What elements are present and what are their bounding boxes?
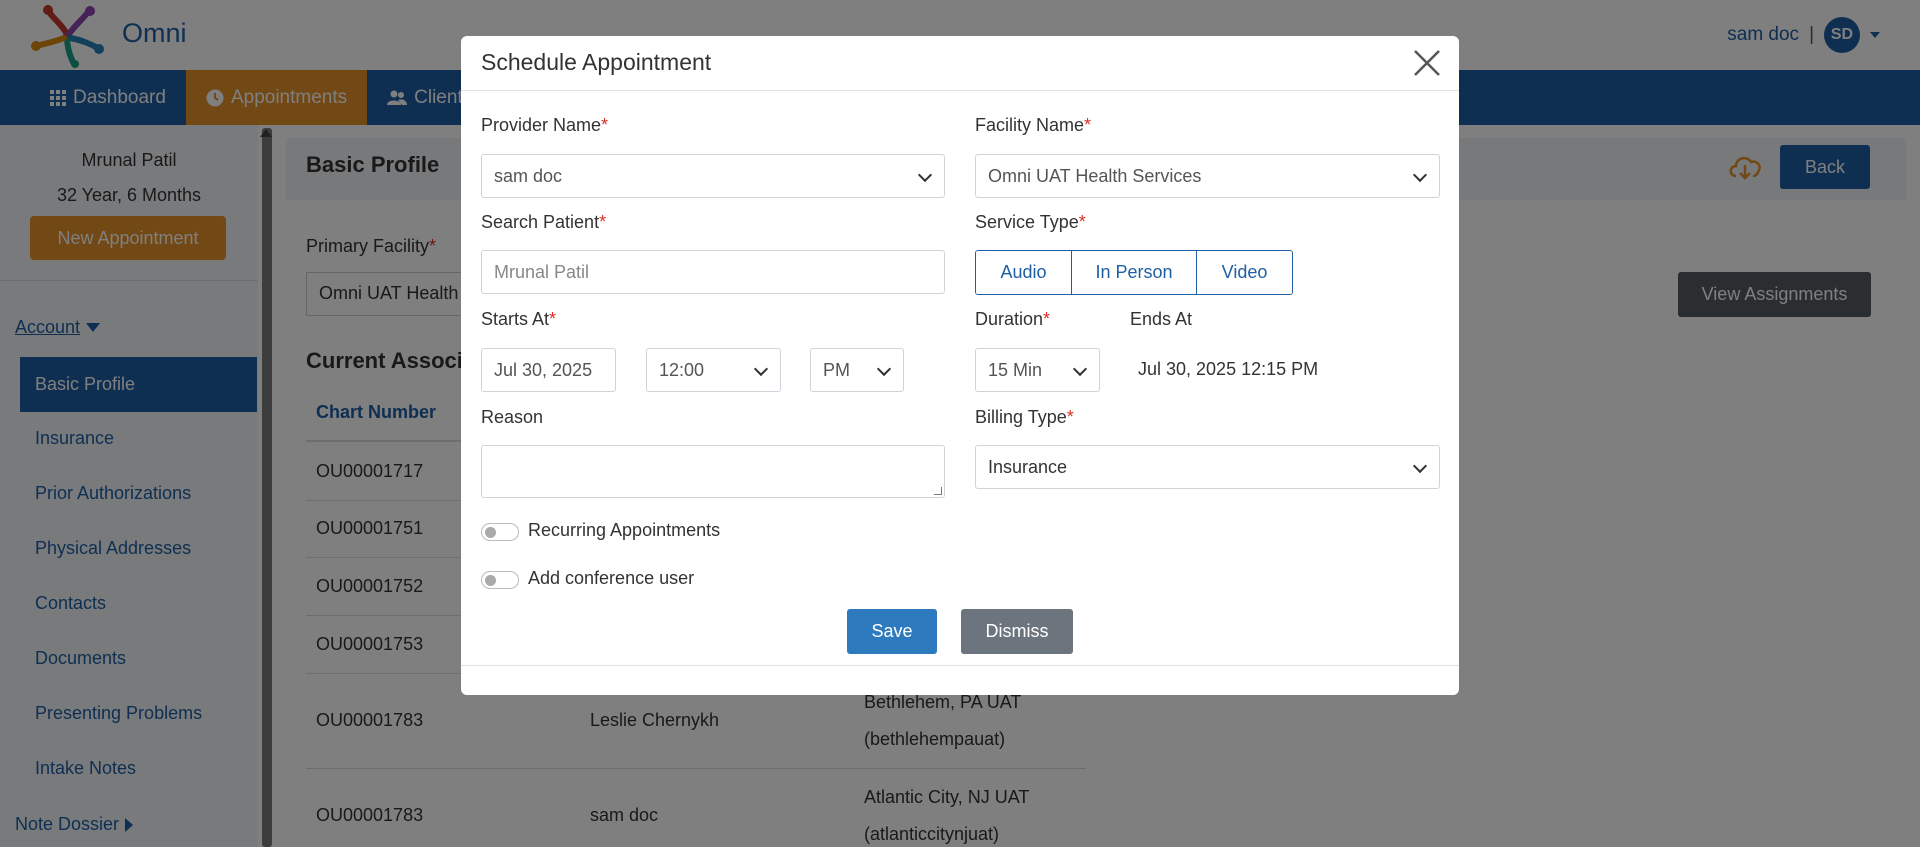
start-meridiem-value: PM bbox=[823, 359, 850, 380]
schedule-appointment-modal: Schedule Appointment Provider Name* sam … bbox=[461, 36, 1459, 695]
chevron-down-icon bbox=[753, 361, 769, 377]
start-time-value: 12:00 bbox=[659, 359, 705, 380]
billing-type-value: Insurance bbox=[988, 456, 1068, 477]
chevron-down-icon bbox=[1072, 361, 1088, 377]
service-audio-button[interactable]: Audio bbox=[976, 251, 1072, 294]
service-type-label: Service Type* bbox=[975, 212, 1086, 232]
duration-select[interactable]: 15 Min bbox=[975, 348, 1100, 392]
search-patient-placeholder: Mrunal Patil bbox=[494, 261, 590, 282]
modal-footer-divider bbox=[461, 665, 1459, 666]
facility-name-label: Facility Name* bbox=[975, 115, 1092, 135]
search-patient-label: Search Patient* bbox=[481, 212, 607, 232]
start-date-input[interactable]: Jul 30, 2025 bbox=[481, 348, 616, 392]
chevron-down-icon bbox=[1412, 458, 1428, 474]
recurring-appointments-toggle[interactable] bbox=[481, 523, 519, 541]
ends-at-label: Ends At bbox=[1130, 309, 1193, 329]
provider-name-value: sam doc bbox=[494, 165, 563, 186]
search-patient-input[interactable]: Mrunal Patil bbox=[481, 250, 945, 294]
add-conference-user-toggle[interactable] bbox=[481, 571, 519, 589]
save-button[interactable]: Save bbox=[847, 609, 937, 654]
resize-handle-icon[interactable] bbox=[934, 487, 942, 495]
start-date-value: Jul 30, 2025 bbox=[494, 359, 593, 380]
provider-name-select[interactable]: sam doc bbox=[481, 154, 945, 198]
modal-title: Schedule Appointment bbox=[481, 49, 712, 75]
service-type-group: Audio In Person Video bbox=[975, 250, 1293, 295]
provider-name-label: Provider Name* bbox=[481, 115, 609, 135]
recurring-appointments-label: Recurring Appointments bbox=[528, 520, 721, 540]
duration-label: Duration* bbox=[975, 309, 1051, 329]
service-in-person-button[interactable]: In Person bbox=[1072, 251, 1197, 294]
chevron-down-icon bbox=[1412, 167, 1428, 183]
add-conference-user-label: Add conference user bbox=[528, 568, 695, 588]
close-icon[interactable] bbox=[1412, 48, 1442, 78]
reason-textarea[interactable] bbox=[481, 445, 945, 498]
chevron-down-icon bbox=[917, 167, 933, 183]
service-video-button[interactable]: Video bbox=[1197, 251, 1292, 294]
dismiss-button[interactable]: Dismiss bbox=[961, 609, 1073, 654]
ends-at-value: Jul 30, 2025 12:15 PM bbox=[1138, 359, 1319, 379]
duration-value: 15 Min bbox=[988, 359, 1043, 380]
billing-type-select[interactable]: Insurance bbox=[975, 445, 1440, 489]
starts-at-label: Starts At* bbox=[481, 309, 557, 329]
toggle-knob bbox=[485, 527, 496, 538]
facility-name-select[interactable]: Omni UAT Health Services bbox=[975, 154, 1440, 198]
start-meridiem-select[interactable]: PM bbox=[810, 348, 904, 392]
reason-label: Reason bbox=[481, 407, 544, 427]
start-time-select[interactable]: 12:00 bbox=[646, 348, 781, 392]
modal-header: Schedule Appointment bbox=[461, 36, 1459, 91]
toggle-knob bbox=[485, 575, 496, 586]
billing-type-label: Billing Type* bbox=[975, 407, 1074, 427]
chevron-down-icon bbox=[876, 361, 892, 377]
facility-name-value: Omni UAT Health Services bbox=[988, 165, 1202, 186]
